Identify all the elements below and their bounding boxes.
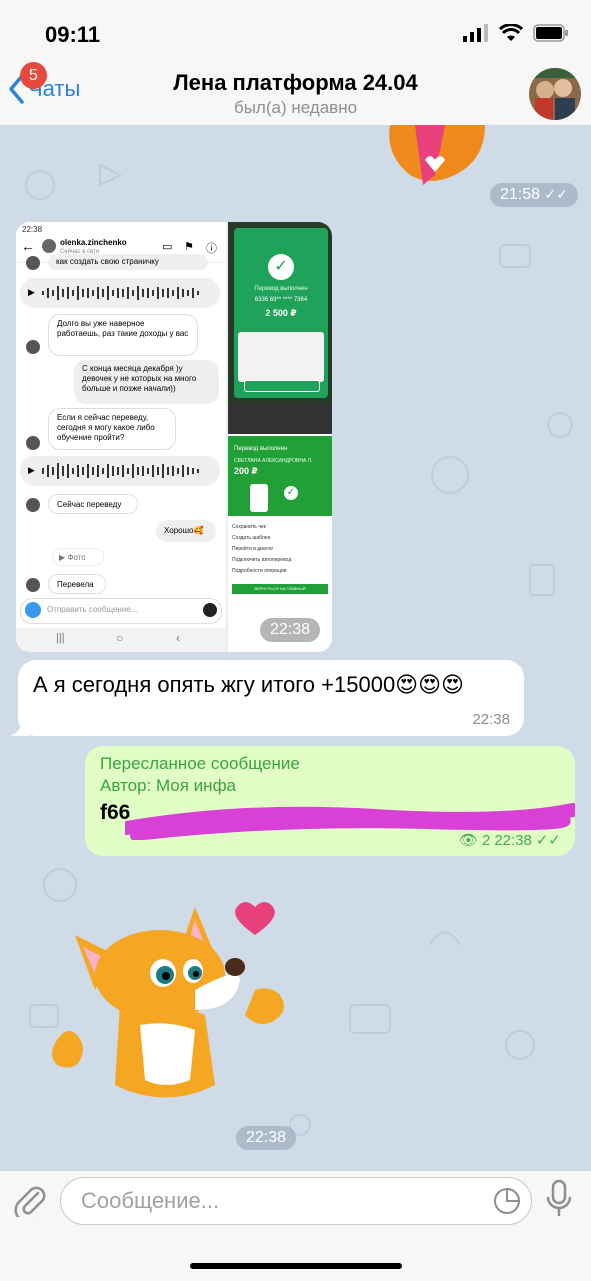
forward-label: Пересланное сообщение — [100, 754, 300, 773]
forward-author: Автор: Моя инфа — [100, 776, 237, 795]
s1-msg4: Если я сейчас переведу, сегодня я могу к… — [48, 408, 176, 450]
s3-item: Подробности операции — [232, 568, 287, 574]
s1-msg-avatar — [26, 256, 40, 270]
s3-menu: Сохранить чек Создать шаблон Перейти в д… — [232, 522, 291, 577]
s1-time: 22:38 — [22, 225, 43, 234]
status-bar: 09:11 — [0, 0, 591, 60]
s1-msg8: Перевела — [48, 574, 106, 594]
s1-flag-icon: ⚑ — [184, 241, 194, 253]
paperclip-icon[interactable] — [14, 1183, 46, 1217]
s3-name: СВЕТЛАНА АЛЕКСАНДРОВНА Л. — [234, 458, 313, 464]
double-check-icon: ✓✓ — [535, 832, 561, 849]
s1-avatar — [42, 239, 56, 253]
bubble-tail — [10, 718, 30, 736]
s1-msg-avatar2 — [26, 340, 40, 354]
incoming-message[interactable]: А я сегодня опять жгу итого +15000😍😍😍 22… — [10, 660, 524, 736]
s1-username: olenka.zinchenko — [60, 238, 127, 247]
s3-item: Перейти в диалог — [232, 546, 274, 552]
input-bar — [0, 1170, 591, 1281]
photo-album[interactable]: 22:38 ← olenka.zinchenko Сейчас в сети ▭… — [16, 222, 332, 652]
s1-voice2: ▶ — [20, 456, 220, 486]
album-photo-2[interactable]: ✓ Перевод выполнен 6336 69** **** 7364 2… — [228, 222, 332, 434]
incoming-time: 22:38 — [472, 711, 510, 728]
forwarded-message[interactable]: Пересланное сообщение Автор: Моя инфа f6… — [85, 746, 575, 856]
s1-msg-avatar5 — [26, 578, 40, 592]
signal-icon — [463, 24, 488, 42]
sticker-time-badge: 21:58 ✓✓ — [490, 183, 578, 207]
s3-item: Создать шаблон — [232, 535, 271, 541]
s1-msg3: С конца месяца декабря )у девочек у не к… — [74, 360, 219, 404]
avatar[interactable] — [529, 68, 581, 120]
s1-msg6: Хорошо🥰 — [156, 520, 216, 542]
sticker-fox[interactable] — [45, 895, 295, 1115]
s1-back-icon: ← — [21, 238, 35, 254]
incoming-text: А я сегодня опять жгу итого +15000😍😍😍 — [33, 672, 464, 697]
view-count: 2 — [481, 831, 491, 849]
forward-meta: 👁 2 22:38 ✓✓ — [458, 831, 561, 850]
s1-msg2: Долго вы уже наверное работаешь, раз так… — [48, 314, 198, 356]
double-check-icon: ✓✓ — [544, 186, 568, 202]
s3-button: ВЕРНУТЬСЯ НА ГЛАВНЫЙ — [232, 584, 328, 594]
sticker-icon[interactable] — [493, 1187, 521, 1215]
status-time: 09:11 — [45, 22, 101, 47]
wifi-icon — [499, 24, 523, 41]
s1-input: Отправить сообщение... — [20, 598, 222, 624]
s3-item: Сохранить чек — [232, 524, 266, 530]
battery-icon — [533, 24, 568, 42]
message-input-field[interactable] — [60, 1177, 532, 1225]
album-time: 22:38 — [260, 618, 321, 642]
eye-icon: 👁 — [458, 832, 478, 849]
status-icons — [463, 24, 569, 42]
s1-voice1: ▶ — [20, 278, 220, 308]
sticker-time: 21:58 — [500, 186, 541, 203]
s1-msg7: ▶ Фото — [52, 548, 104, 566]
s2-status: Перевод выполнен — [254, 286, 308, 292]
s1-msg5: Сейчас переведу — [48, 494, 138, 514]
s1-msg-avatar4 — [26, 498, 40, 512]
microphone-icon[interactable] — [545, 1179, 573, 1219]
s3-amount: 200 ₽ — [234, 466, 258, 476]
s1-msg-avatar3 — [26, 436, 40, 450]
chat-subtitle: был(а) недавно — [233, 98, 358, 117]
s1-msg1: как создать свою страничку — [48, 254, 208, 270]
home-indicator — [190, 1263, 402, 1269]
sticker-bottom-time: 22:38 — [236, 1126, 297, 1150]
sticker-fox-top[interactable] — [385, 125, 495, 195]
s1-info-icon: ⓘ — [206, 243, 217, 255]
chat-title[interactable]: Лена платформа 24.04 — [0, 70, 591, 96]
s1-navbar: ||| ○ ‹ — [16, 628, 226, 652]
forward-time: 22:38 — [494, 831, 532, 849]
s1-video-icon: ▭ — [162, 241, 173, 253]
s3-item: Подключить автоперевод — [232, 557, 292, 563]
s3-status: Перевод выполнен — [234, 446, 288, 452]
chat-header: Чаты 5 Лена платформа 24.04 был(а) недав… — [0, 60, 591, 127]
s1-input-placeholder: Отправить сообщение... — [47, 605, 138, 614]
s2-card: 6336 69** **** 7364 — [254, 297, 308, 303]
s2-amount: 2 500 ₽ — [265, 308, 297, 318]
message-input[interactable] — [79, 1185, 483, 1217]
album-photo-1[interactable]: 22:38 ← olenka.zinchenko Сейчас в сети ▭… — [16, 222, 228, 652]
